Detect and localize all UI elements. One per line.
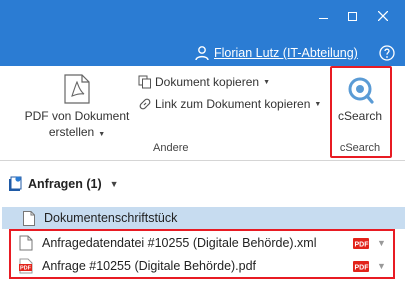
list-header-label: Dokumentenschriftstück — [44, 211, 178, 225]
document-icon — [19, 235, 33, 250]
create-pdf-label-line1: PDF von Dokument — [24, 109, 130, 123]
csearch-icon[interactable] — [346, 76, 374, 104]
document-icon — [23, 210, 35, 226]
section-header-anfragen[interactable]: Anfragen (1) ▼ — [8, 174, 119, 194]
help-icon[interactable] — [379, 45, 395, 61]
list-item[interactable]: Anfragedatendatei #10255 (Digitale Behör… — [11, 231, 393, 254]
chevron-down-icon[interactable]: ▼ — [110, 179, 119, 189]
group-label-andere: Andere — [153, 142, 189, 154]
pdf-export-icon[interactable]: PDF — [353, 259, 373, 273]
pdf-export-icon[interactable]: PDF — [353, 236, 373, 250]
list-header-document[interactable]: Dokumentenschriftstück — [2, 207, 405, 229]
pdf-icon: PDF — [19, 258, 33, 273]
create-pdf-button[interactable]: PDF von Dokument erstellen ▼ — [20, 108, 134, 143]
chevron-down-icon: ▼ — [98, 131, 106, 138]
copy-link-label: Link zum Dokument kopieren — [155, 97, 311, 111]
user-account-link[interactable]: Florian Lutz (IT-Abteilung) — [194, 44, 358, 62]
link-icon — [139, 98, 151, 110]
svg-text:PDF: PDF — [355, 241, 370, 248]
request-icon — [9, 176, 22, 191]
section-title: Anfragen (1) — [28, 177, 102, 191]
create-pdf-label-line2: erstellen — [48, 125, 95, 139]
user-icon — [195, 46, 209, 61]
close-icon — [378, 11, 388, 21]
attachment-name: Anfragedatendatei #10255 (Digitale Behör… — [42, 235, 317, 250]
svg-text:PDF: PDF — [355, 264, 370, 271]
copy-link-button[interactable]: Link zum Dokument kopieren ▼ — [138, 95, 321, 113]
csearch-button[interactable]: cSearch — [336, 109, 384, 123]
svg-text:PDF: PDF — [20, 265, 32, 271]
close-button[interactable] — [371, 6, 395, 26]
copy-document-label: Dokument kopieren — [155, 75, 260, 89]
chevron-down-icon: ▼ — [314, 100, 322, 108]
attachment-name: Anfrage #10255 (Digitale Behörde).pdf — [42, 258, 257, 273]
minimize-button[interactable] — [311, 6, 335, 26]
pdf-document-icon[interactable] — [64, 74, 90, 104]
chevron-down-icon: ▼ — [263, 78, 270, 86]
copy-document-button[interactable]: Dokument kopieren ▼ — [138, 73, 270, 91]
window-titlebar: Florian Lutz (IT-Abteilung) — [0, 0, 405, 66]
group-label-csearch: cSearch — [339, 142, 381, 154]
maximize-icon — [348, 12, 357, 21]
maximize-button[interactable] — [340, 6, 364, 26]
minimize-icon — [319, 18, 328, 19]
copy-icon — [138, 75, 151, 89]
list-item[interactable]: PDF Anfrage #10255 (Digitale Behörde).pd… — [11, 254, 393, 277]
chevron-down-icon[interactable]: ▼ — [377, 238, 387, 248]
user-name[interactable]: Florian Lutz (IT-Abteilung) — [214, 46, 358, 60]
chevron-down-icon[interactable]: ▼ — [377, 261, 387, 271]
